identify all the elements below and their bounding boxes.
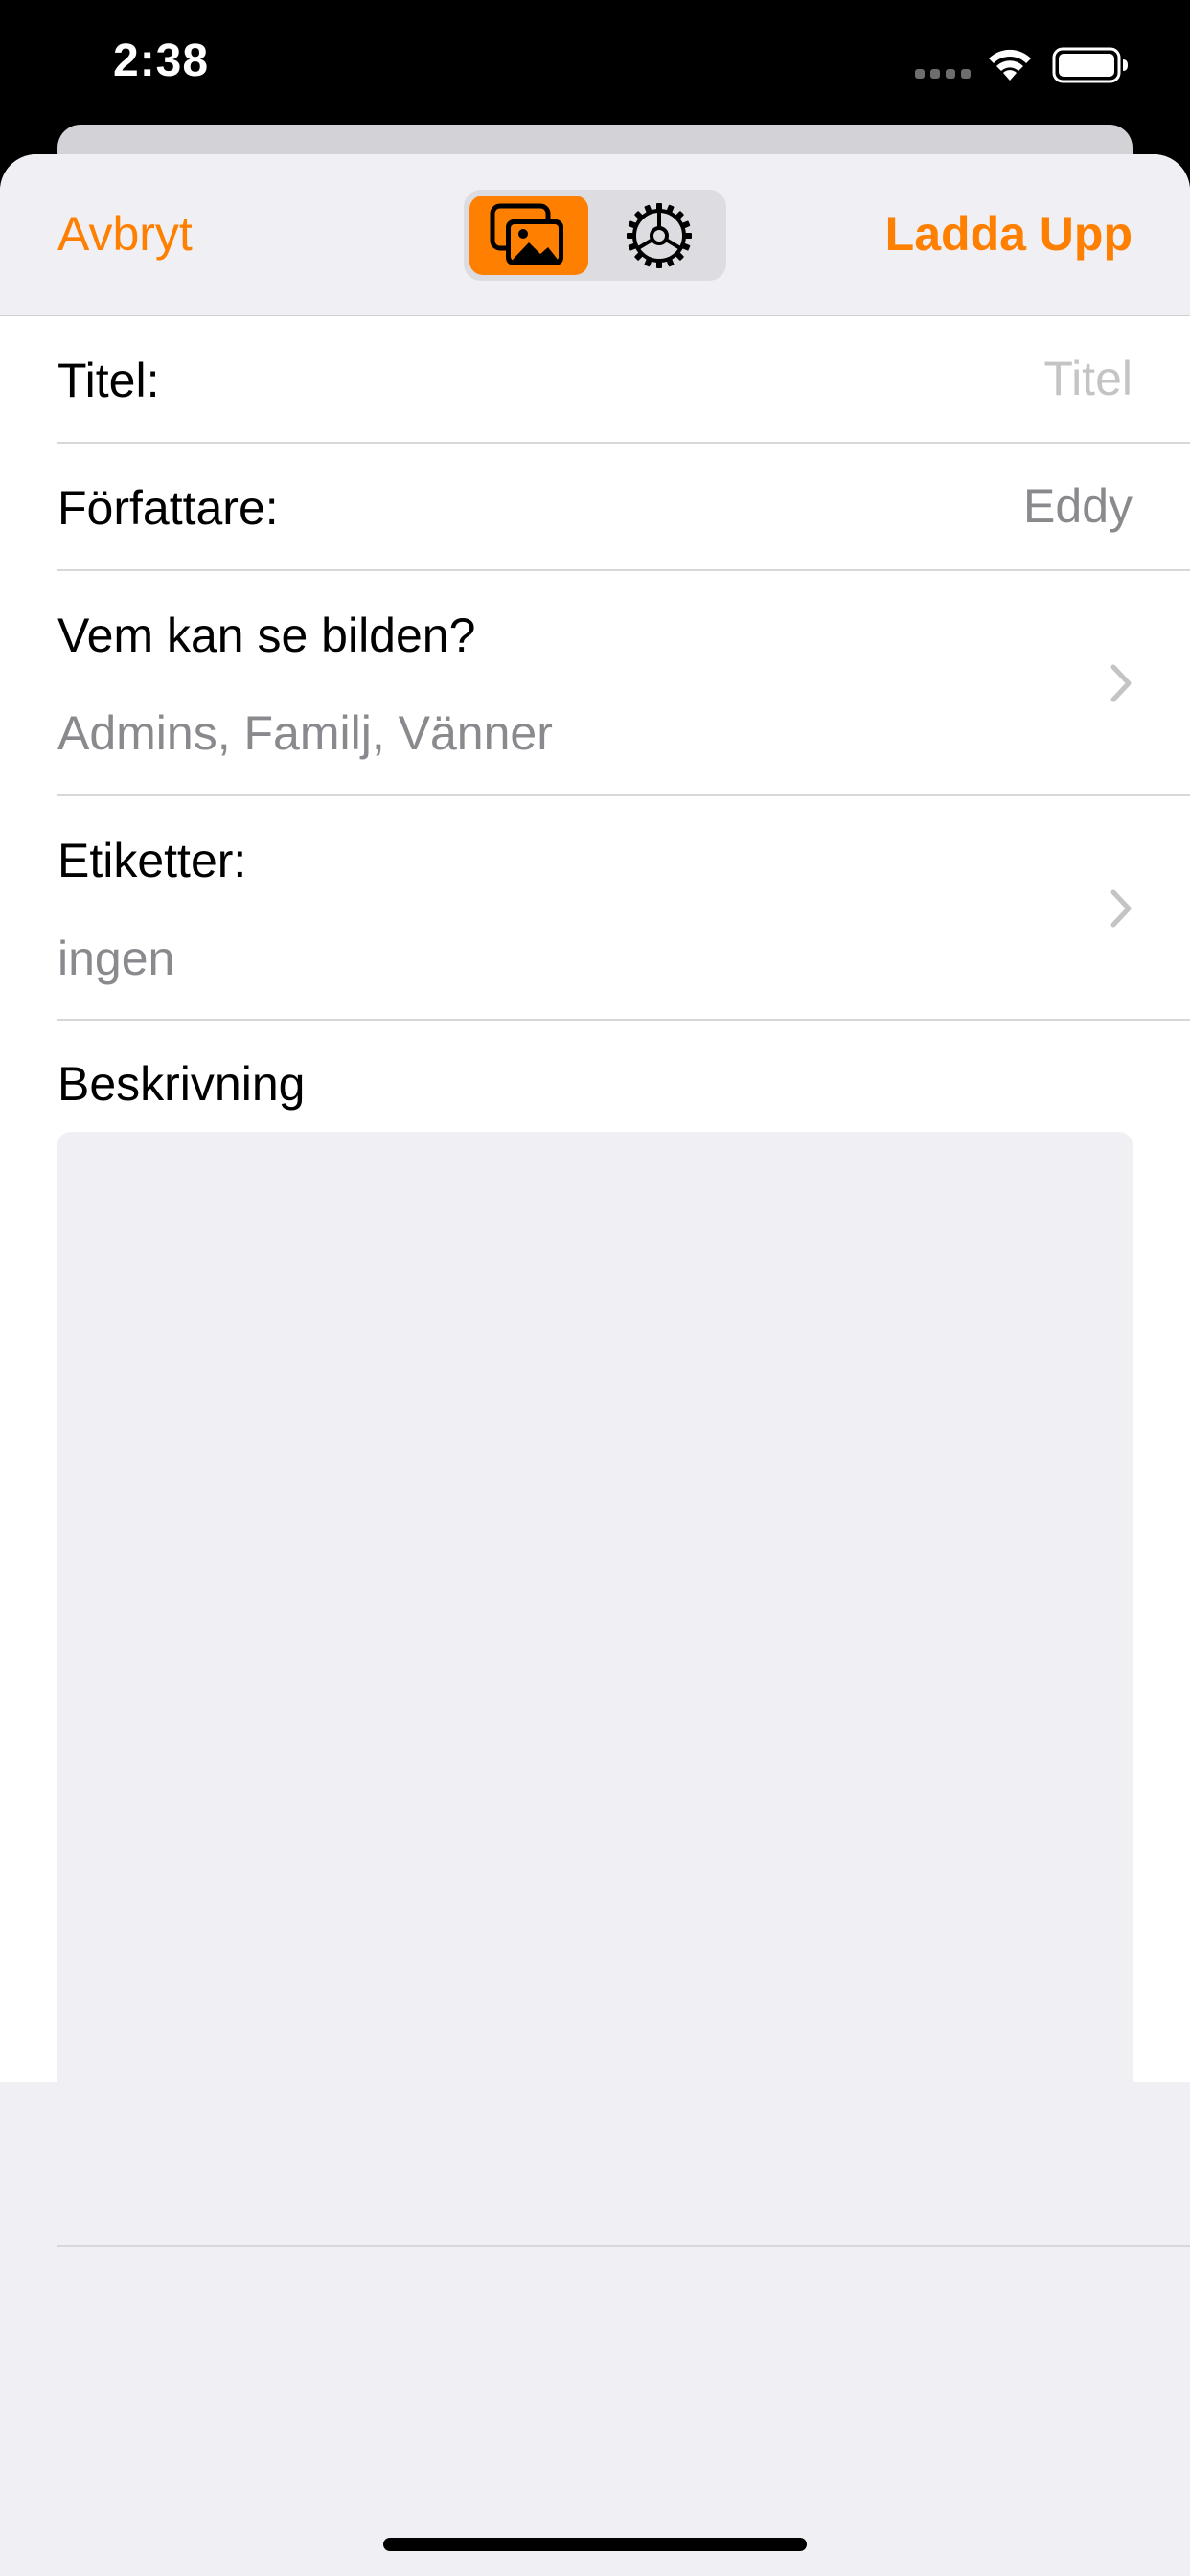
description-label: Beskrivning [57,1057,306,1111]
segmented-control [464,190,726,281]
author-row[interactable]: Författare: Eddy [0,444,1190,571]
privacy-label: Vem kan se bilden? [57,609,476,662]
tags-row[interactable]: Etiketter: ingen [0,796,1190,1021]
status-bar: 2:38 [0,0,1190,125]
gear-icon [627,202,692,268]
upload-screen: 2:38 Avbryt Ladda Upp Titel: Titel Förfa… [0,0,1190,2576]
cellular-signal-icon [915,69,971,80]
status-time: 2:38 [113,35,210,86]
title-label: Titel: [57,354,160,407]
navigation-bar: Avbryt Ladda Upp [0,154,1190,317]
battery-icon [1052,47,1128,83]
description-textarea[interactable] [57,1132,1133,2209]
wifi-icon [989,49,1031,80]
tags-value: ingen [57,932,175,985]
upload-button[interactable]: Ladda Upp [885,206,1133,262]
title-row[interactable]: Titel: Titel [0,316,1190,444]
row-divider [57,1019,1190,1021]
upload-sheet: Avbryt Ladda Upp Titel: Titel Författare… [0,154,1190,2576]
author-input[interactable]: Eddy [1023,478,1133,534]
title-input[interactable]: Titel [1043,351,1133,406]
author-label: Författare: [57,481,279,535]
segment-settings[interactable] [600,196,719,275]
privacy-row[interactable]: Vem kan se bilden? Admins, Familj, Vänne… [0,571,1190,796]
segment-images[interactable] [469,196,588,275]
home-indicator[interactable] [383,2538,807,2551]
privacy-value: Admins, Familj, Vänner [57,706,553,760]
chevron-right-icon [1110,664,1132,702]
tags-label: Etiketter: [57,834,247,887]
photos-icon [490,203,563,265]
row-divider [57,2245,1190,2247]
chevron-right-icon [1110,889,1132,928]
cancel-button[interactable]: Avbryt [57,206,193,262]
